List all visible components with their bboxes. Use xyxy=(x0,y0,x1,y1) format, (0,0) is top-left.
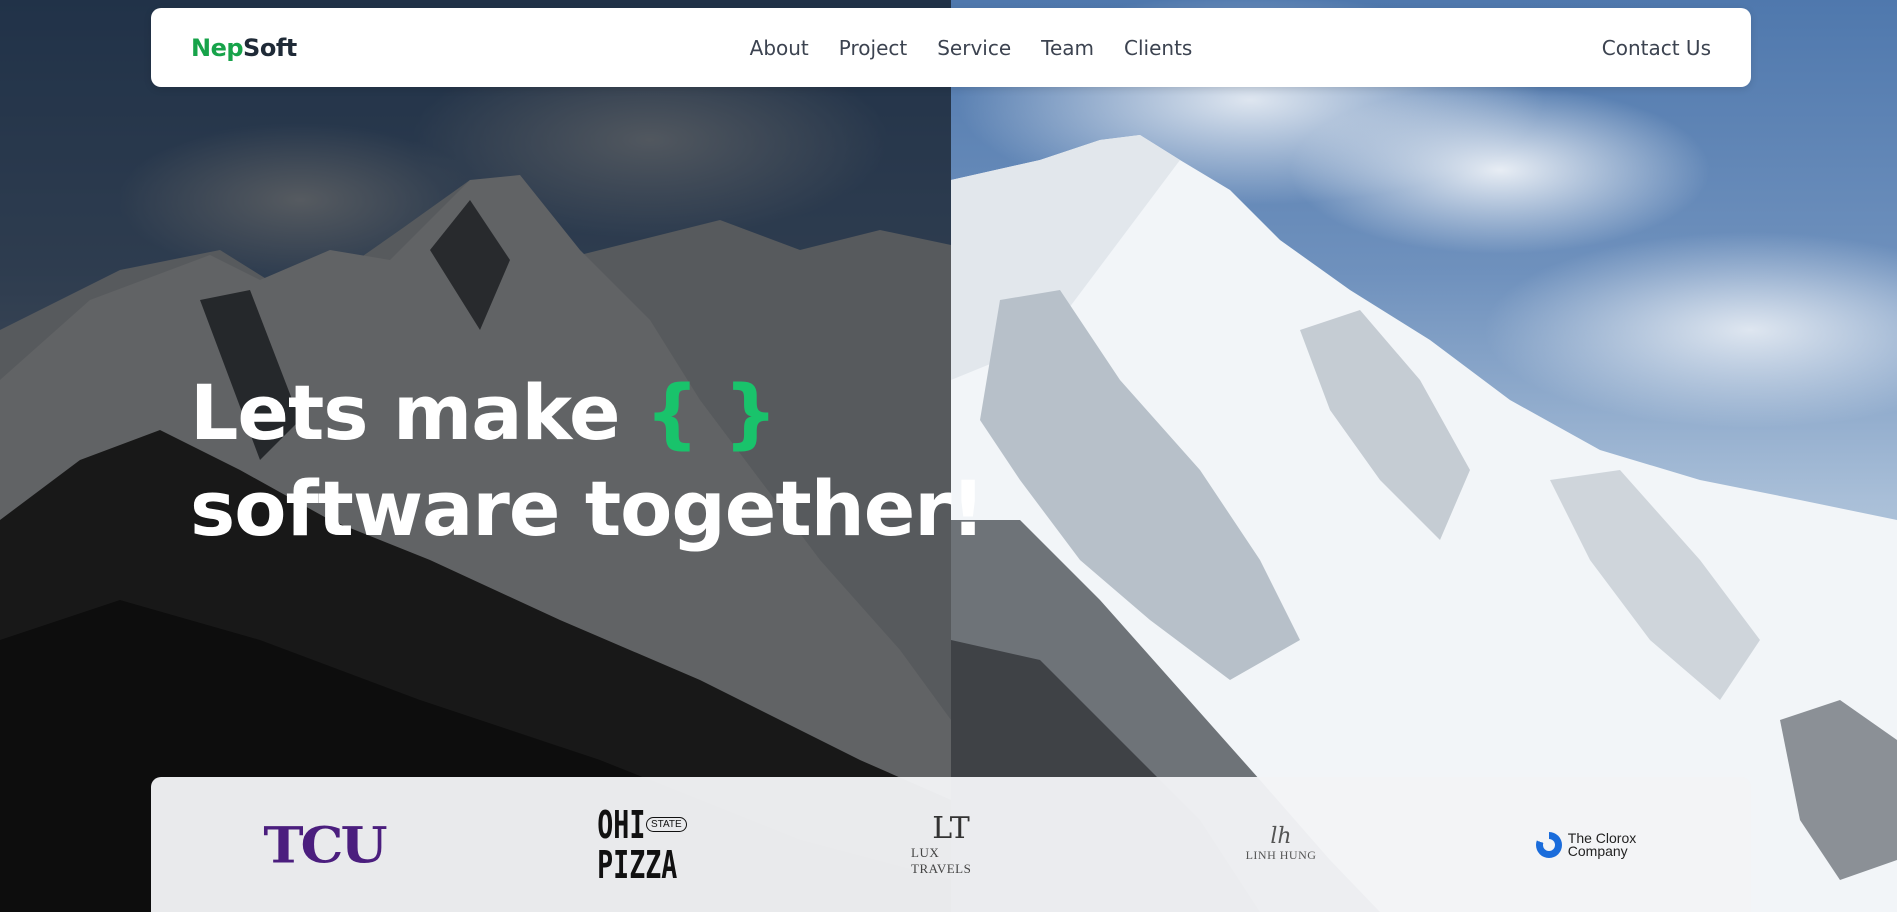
tcu-logo-text: TCU xyxy=(263,815,387,874)
hero-line-1: Lets make xyxy=(190,368,621,457)
code-braces-icon: { } xyxy=(645,368,778,457)
clorox-name: The Clorox Company xyxy=(1567,831,1636,859)
nav-links: About Project Service Team Clients xyxy=(151,8,1751,87)
client-logo-linh-hung: lh LINH HUNG xyxy=(1226,777,1336,912)
hero-headline: Lets make { } software together! xyxy=(190,365,985,557)
nav-link-service[interactable]: Service xyxy=(937,36,1011,60)
client-logo-clorox: The Clorox Company xyxy=(1526,777,1646,912)
nav-link-about[interactable]: About xyxy=(750,36,809,60)
clients-strip: TCU OHI STATE PIZZA LT LUX TRAVELS lh LI… xyxy=(151,777,1751,912)
nav-link-project[interactable]: Project xyxy=(839,36,907,60)
clorox-c-icon xyxy=(1535,831,1562,858)
hero-line-2: software together! xyxy=(190,464,985,553)
linh-hung-name: LINH HUNG xyxy=(1245,848,1317,862)
lux-travels-name: LUX TRAVELS xyxy=(911,844,972,876)
pizza-logo-text: PIZZA xyxy=(596,842,678,887)
nav-link-team[interactable]: Team xyxy=(1041,36,1094,60)
ohio-logo-text: OHI xyxy=(597,802,646,847)
lux-monogram: LT xyxy=(932,810,970,846)
clorox-line-2: Company xyxy=(1567,842,1628,859)
linh-hung-script: lh xyxy=(1270,824,1292,849)
brand-part-soft: Soft xyxy=(243,33,297,62)
navbar: NepSoft About Project Service Team Clien… xyxy=(151,8,1751,87)
brand-part-nep: Nep xyxy=(191,33,244,62)
client-logo-tcu: TCU xyxy=(263,777,387,912)
contact-us-link[interactable]: Contact Us xyxy=(1602,36,1711,60)
client-logo-lux-travels: LT LUX TRAVELS xyxy=(911,777,991,912)
nav-link-clients[interactable]: Clients xyxy=(1124,36,1192,60)
client-logo-ohio-state-pizza: OHI STATE PIZZA xyxy=(592,777,687,912)
ohio-state-badge: STATE xyxy=(645,817,687,832)
brand-logo[interactable]: NepSoft xyxy=(191,34,297,62)
